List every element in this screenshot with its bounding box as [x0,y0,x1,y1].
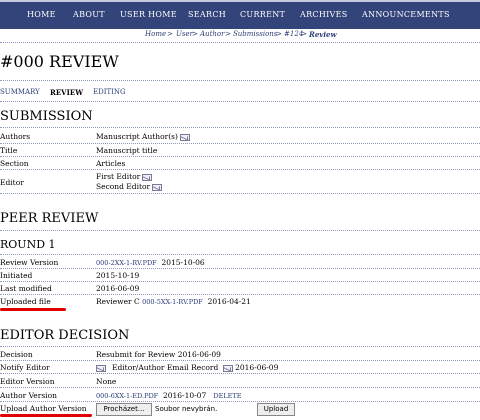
nav-home[interactable]: HOME [27,10,56,19]
breadcrumb-home[interactable]: Home [145,30,166,38]
peer-review-heading: PEER REVIEW [0,211,99,226]
divider [0,193,480,194]
email-icon[interactable] [142,173,153,181]
top-navigation: HOME ABOUT USER HOME SEARCH CURRENT ARCH… [0,0,480,29]
highlight-underline [0,308,66,311]
tab-editing[interactable]: EDITING [93,88,126,96]
nav-announcements[interactable]: ANNOUNCEMENTS [362,10,450,19]
page-title: #000 REVIEW [0,52,119,71]
breadcrumb: Home > User > Author > Submissions > #12… [0,29,480,43]
review-version-file-link[interactable]: 000-2XX-1-RV.PDF [96,259,157,267]
divider [0,127,480,128]
delete-link[interactable]: DELETE [213,392,241,400]
divider [0,401,480,402]
nav-search[interactable]: SEARCH [188,10,226,19]
decision-label: Decision [0,350,33,359]
breadcrumb-separator: > [192,30,198,38]
tab-review[interactable]: REVIEW [50,88,83,97]
initiated-label: Initiated [0,271,33,280]
breadcrumb-separator: > [167,30,173,38]
title-label: Title [0,146,18,155]
editor-version-label: Editor Version [0,377,55,386]
browse-file-button[interactable]: Procházet... [96,403,152,416]
breadcrumb-separator: > [301,30,307,38]
submission-heading: SUBMISSION [0,109,93,124]
second-editor-value: Second Editor [96,182,163,191]
nav-archives[interactable]: ARCHIVES [300,10,348,19]
email-icon[interactable] [179,133,190,141]
divider [0,156,480,157]
divider [0,387,480,388]
breadcrumb-submissions[interactable]: Submissions [233,30,277,38]
author-version-value: 000-6XX-1-ED.PDF 2016-10-07 DELETE [96,391,242,400]
divider [0,80,480,81]
breadcrumb-separator: > [225,30,231,38]
email-icon[interactable] [96,364,106,372]
uploaded-file-label: Uploaded file [0,297,51,306]
email-icon[interactable] [152,183,163,191]
divider [0,373,480,374]
review-version-value: 000-2XX-1-RV.PDF 2015-10-06 [96,258,205,267]
authors-value: Manuscript Author(s) [96,132,190,141]
breadcrumb-separator: > [276,30,282,38]
last-modified-value: 2016-06-09 [96,284,140,293]
divider [0,254,480,255]
divider [0,169,480,170]
author-version-file-link[interactable]: 000-6XX-1-ED.PDF [96,392,158,400]
section-label: Section [0,159,29,168]
initiated-value: 2015-10-19 [96,271,140,280]
breadcrumb-user[interactable]: User [176,30,193,38]
notify-editor-label: Notify Editor [0,363,50,372]
upload-author-version-label: Upload Author Version [0,404,87,413]
last-modified-label: Last modified [0,284,52,293]
breadcrumb-review: Review [309,30,337,39]
notify-editor-value: Editor/Author Email Record 2016-06-09 [96,363,278,372]
file-status-text: Soubor nevybrán. [155,405,218,413]
divider [0,346,480,347]
divider [0,143,480,144]
review-version-label: Review Version [0,258,59,267]
nav-about[interactable]: ABOUT [73,10,105,19]
divider [0,101,480,102]
author-version-label: Author Version [0,391,57,400]
breadcrumb-author[interactable]: Author [200,30,224,38]
first-editor-value: First Editor [96,172,153,181]
uploaded-file-value: Reviewer C 000-5XX-1-RV.PDF 2016-04-21 [96,297,251,306]
editor-label: Editor [0,178,24,187]
upload-button[interactable]: Upload [257,403,295,416]
divider [0,294,480,295]
editor-decision-heading: EDITOR DECISION [0,328,130,343]
divider [0,281,480,282]
divider [0,230,480,231]
divider [0,360,480,361]
editor-version-value: None [96,377,117,386]
nav-current[interactable]: CURRENT [240,10,285,19]
uploaded-file-link[interactable]: 000-5XX-1-RV.PDF [142,298,203,306]
comment-icon[interactable] [222,364,233,372]
highlight-underline [0,414,92,417]
round-heading: ROUND 1 [0,238,56,251]
divider [0,268,480,269]
tab-summary[interactable]: SUMMARY [0,88,40,96]
decision-value: Resubmit for Review 2016-06-09 [96,350,221,359]
nav-user-home[interactable]: USER HOME [120,10,177,19]
title-value: Manuscript title [96,146,158,155]
section-value: Articles [96,159,126,168]
authors-label: Authors [0,132,31,141]
